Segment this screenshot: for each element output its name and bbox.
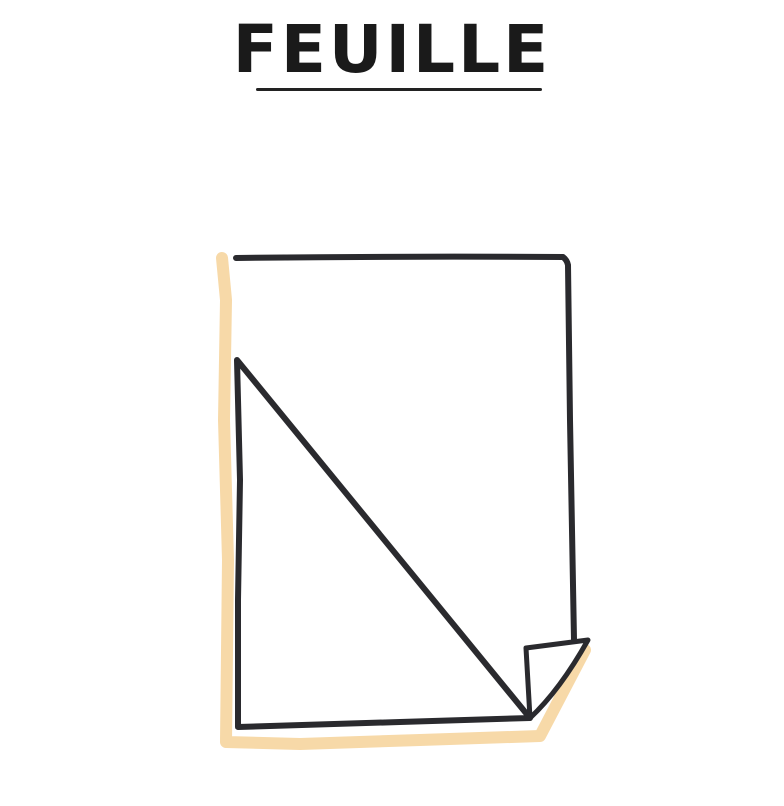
sheet-body: [236, 257, 572, 726]
paper-sheet-icon: [216, 252, 591, 750]
